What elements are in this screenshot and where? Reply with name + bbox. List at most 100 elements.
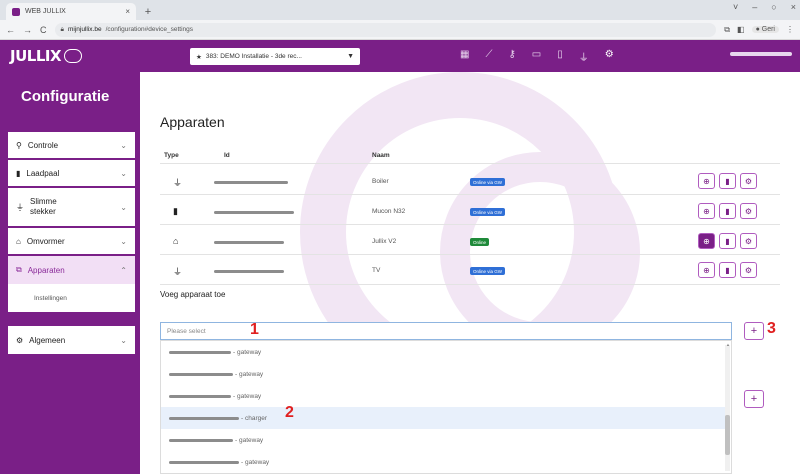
list-item[interactable]: - gateway: [161, 451, 727, 473]
inverter-icon: ⌂: [16, 236, 21, 246]
url-field[interactable]: 🔒︎ mijnjullix.be/configuration#device_se…: [54, 22, 717, 37]
sidebar-item-label: Algemeen: [29, 335, 66, 345]
table-divider: [160, 224, 780, 225]
tab-search-icon[interactable]: ˅: [733, 2, 738, 12]
profile-button[interactable]: ● Geri: [751, 26, 779, 33]
scroll-up-icon[interactable]: ▲: [726, 342, 730, 347]
network-button[interactable]: ⊕: [698, 262, 715, 278]
installation-select[interactable]: ★ 383: DEMO Installatie - 3de rec... ▼: [190, 48, 360, 65]
tab-close-icon[interactable]: ×: [125, 7, 130, 16]
sidebar-item-apparaten[interactable]: ⧉ Apparaten ⌃: [8, 256, 135, 284]
network-button[interactable]: ⊕: [698, 173, 715, 189]
globe-icon: ⊕: [703, 176, 710, 186]
globe-icon: ⊕: [703, 265, 710, 275]
column-header-naam: Naam: [372, 152, 390, 159]
sidebar-title: Configuratie: [21, 88, 110, 105]
profile-label: Geri: [761, 26, 775, 33]
chevron-down-icon: ⌄: [120, 140, 127, 150]
plug-icon: ⏚: [173, 267, 183, 277]
settings-button[interactable]: ⚙: [740, 262, 757, 278]
delete-button[interactable]: ▮: [719, 233, 736, 249]
sidebar-item-laadpaal[interactable]: ▮ Laadpaal ⌄: [8, 160, 135, 186]
browser-tab[interactable]: WEB JULLIX ×: [6, 3, 136, 20]
delete-button[interactable]: ▮: [719, 203, 736, 219]
sidebar-item-algemeen[interactable]: ⚙ Algemeen ⌄: [8, 326, 135, 354]
inverter-icon: ⌂: [173, 236, 179, 246]
sidebar-item-slimme-stekker[interactable]: ⏚ Slimme stekker ⌄: [8, 188, 135, 226]
list-item[interactable]: - gateway: [161, 363, 727, 385]
delete-button[interactable]: ▮: [719, 262, 736, 278]
user-menu[interactable]: [730, 52, 792, 56]
sidebar-subitem-instellingen[interactable]: Instellingen: [8, 284, 135, 312]
option-suffix: - gateway: [235, 370, 264, 378]
logo[interactable]: JULLIX: [10, 47, 83, 65]
chart-icon[interactable]: ⟋: [485, 49, 492, 64]
gear-icon[interactable]: ⚙: [605, 49, 614, 64]
option-id-redacted: [169, 350, 231, 354]
settings-button[interactable]: ⚙: [740, 233, 757, 249]
maximize-button[interactable]: ○: [771, 2, 776, 12]
sidebar: Configuratie ⚲ Controle ⌄ ▮ Laadpaal ⌄ ⏚…: [0, 72, 140, 474]
charger-icon[interactable]: ▯: [557, 49, 563, 64]
option-suffix: - charger: [241, 414, 268, 422]
device-name: Jullix V2: [372, 238, 397, 245]
option-id-redacted: [169, 438, 233, 442]
trash-icon: ▮: [725, 236, 730, 246]
list-item[interactable]: - gateway: [161, 341, 727, 363]
chevron-down-icon: ▼: [347, 53, 354, 60]
annotation-2: 2: [285, 404, 294, 421]
new-tab-button[interactable]: +: [140, 4, 156, 20]
sidebar-item-label: Controle: [27, 140, 59, 150]
delete-button[interactable]: ▮: [719, 173, 736, 189]
dropdown-scrollbar[interactable]: [725, 345, 730, 471]
sidebar-item-omvormer[interactable]: ⌂ Omvormer ⌄: [8, 228, 135, 254]
favicon-icon: [12, 7, 20, 16]
column-header-id: Id: [224, 152, 230, 159]
option-id-redacted: [169, 372, 233, 376]
device-id-redacted: [214, 270, 284, 273]
scrollbar-thumb[interactable]: [725, 415, 730, 455]
star-icon: ★: [196, 53, 202, 61]
chevron-down-icon: ⌄: [120, 236, 127, 246]
device-select-input[interactable]: Please select: [160, 322, 732, 340]
device-name: TV: [372, 267, 381, 274]
list-item-highlighted[interactable]: - charger: [161, 407, 727, 429]
sidebar-item-label: Omvormer: [26, 236, 65, 246]
logo-mark-icon: [64, 49, 83, 63]
settings-button[interactable]: ⚙: [740, 203, 757, 219]
option-id-redacted: [169, 394, 231, 398]
forward-button[interactable]: →: [23, 25, 32, 35]
network-button[interactable]: ⊕: [698, 203, 715, 219]
device-name: Mucon N32: [372, 208, 406, 215]
add-device-button[interactable]: +: [744, 322, 764, 340]
plus-icon: +: [750, 393, 758, 405]
back-button[interactable]: ←: [6, 25, 15, 35]
charger-icon: ▮: [16, 168, 21, 178]
grid-icon[interactable]: ▦: [460, 49, 469, 64]
plug-icon[interactable]: ⏚: [579, 49, 589, 64]
header-icons: ▦ ⟋ ⚷ ▭ ▯ ⏚ ⚙: [460, 49, 614, 64]
option-suffix: - gateway: [235, 436, 264, 444]
key-icon[interactable]: ⚷: [508, 49, 515, 64]
extensions-icon[interactable]: ⧉: [724, 25, 730, 35]
battery-icon[interactable]: ▭: [532, 49, 541, 64]
sidebar-item-label: Laadpaal: [26, 168, 60, 178]
option-suffix: - gateway: [233, 392, 262, 400]
close-window-button[interactable]: ×: [791, 2, 796, 12]
reload-button[interactable]: C: [40, 25, 47, 35]
minimize-button[interactable]: –: [752, 2, 757, 12]
add-device-button-secondary[interactable]: +: [744, 390, 764, 408]
network-button[interactable]: ⊕: [698, 233, 715, 249]
list-item[interactable]: - gateway: [161, 429, 727, 451]
trash-icon: ▮: [725, 265, 730, 275]
status-badge: Online via GW: [470, 267, 506, 275]
sidebar-icon[interactable]: ◧: [737, 25, 745, 34]
sidebar-item-controle[interactable]: ⚲ Controle ⌄: [8, 132, 135, 158]
menu-icon[interactable]: ⋮: [786, 25, 794, 34]
settings-button[interactable]: ⚙: [740, 173, 757, 189]
toolbar-right: ⧉ ◧ ● Geri ⋮: [724, 25, 794, 35]
window-controls: ˅ – ○ ×: [733, 2, 796, 12]
trash-icon: ▮: [725, 206, 730, 216]
plug-icon: ⏚: [173, 178, 183, 188]
list-item[interactable]: - gateway: [161, 385, 727, 407]
